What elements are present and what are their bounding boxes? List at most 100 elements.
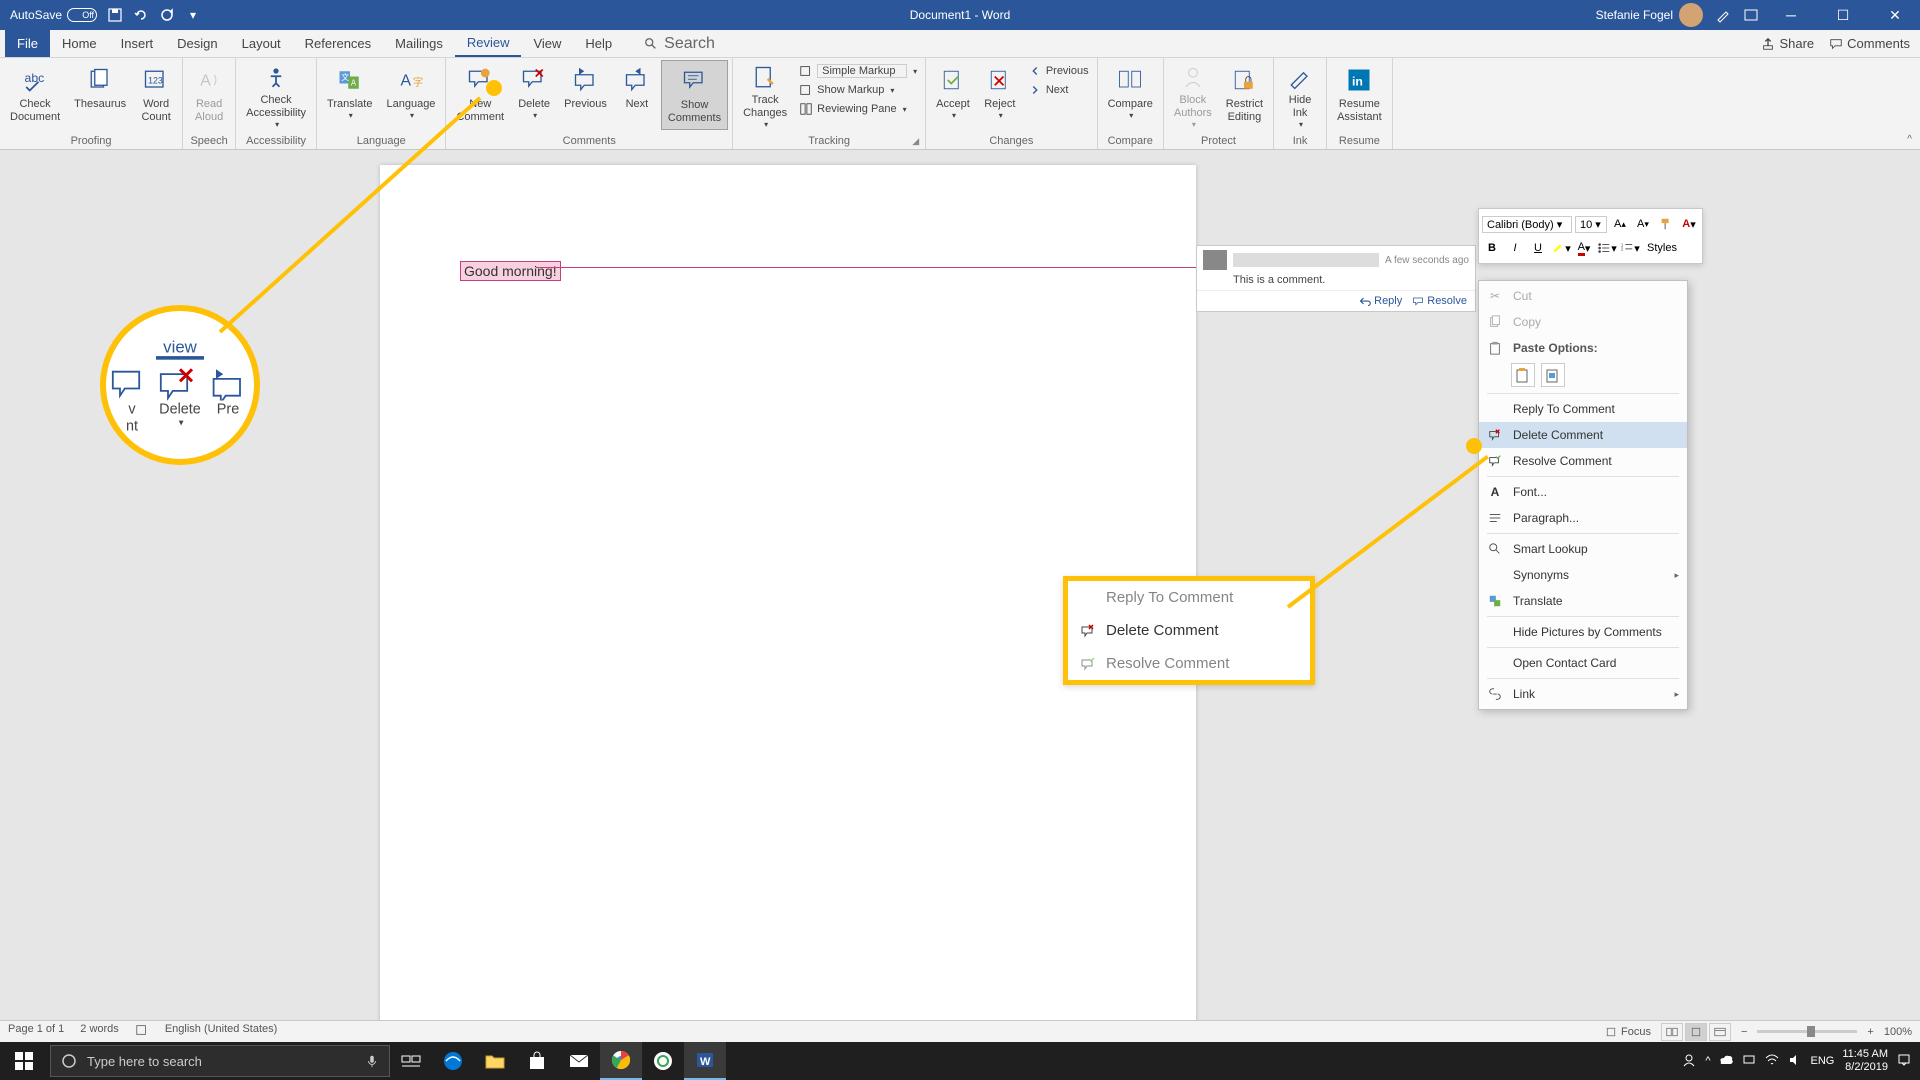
menu-link[interactable]: Link▸: [1479, 681, 1687, 707]
comments-button[interactable]: Comments: [1829, 36, 1910, 51]
tray-volume-icon[interactable]: [1788, 1053, 1802, 1070]
read-aloud-button[interactable]: A Read Aloud: [187, 60, 231, 130]
previous-change-button[interactable]: Previous: [1024, 62, 1093, 80]
menu-paragraph[interactable]: Paragraph...: [1479, 505, 1687, 531]
tab-home[interactable]: Home: [50, 30, 109, 57]
zoom-slider[interactable]: [1757, 1030, 1857, 1033]
bold-button[interactable]: B: [1482, 238, 1502, 258]
menu-hide-pictures[interactable]: Hide Pictures by Comments: [1479, 619, 1687, 645]
tracking-dialog-launcher[interactable]: ◢: [912, 136, 919, 147]
word-count-indicator[interactable]: 2 words: [80, 1023, 119, 1040]
taskbar-store[interactable]: [516, 1042, 558, 1080]
draw-mode-icon[interactable]: [1715, 7, 1731, 23]
tray-wifi-icon[interactable]: [1764, 1054, 1780, 1069]
paste-keep-formatting[interactable]: [1511, 363, 1535, 387]
tab-insert[interactable]: Insert: [109, 30, 166, 57]
ribbon-mode-icon[interactable]: [1743, 7, 1759, 23]
hide-ink-button[interactable]: Hide Ink ▾: [1278, 60, 1322, 130]
close-button[interactable]: ✕: [1875, 0, 1915, 30]
italic-button[interactable]: I: [1505, 238, 1525, 258]
tab-file[interactable]: File: [5, 30, 50, 57]
tab-help[interactable]: Help: [573, 30, 624, 57]
maximize-button[interactable]: ☐: [1823, 0, 1863, 30]
previous-comment-button[interactable]: Previous: [558, 60, 613, 130]
zoom-in-button[interactable]: +: [1867, 1026, 1873, 1038]
autosave-toggle[interactable]: AutoSave Off: [10, 8, 97, 22]
taskbar-mail[interactable]: [558, 1042, 600, 1080]
menu-reply-comment[interactable]: Reply To Comment: [1479, 396, 1687, 422]
format-painter-icon[interactable]: [1656, 214, 1676, 234]
print-layout-button[interactable]: [1685, 1023, 1707, 1041]
menu-resolve-comment[interactable]: Resolve Comment: [1479, 448, 1687, 474]
numbering-button[interactable]: 12▾: [1620, 238, 1640, 258]
paste-picture[interactable]: [1541, 363, 1565, 387]
taskbar-edge[interactable]: [432, 1042, 474, 1080]
menu-delete-comment[interactable]: Delete Comment: [1479, 422, 1687, 448]
taskbar-app[interactable]: [642, 1042, 684, 1080]
track-changes-button[interactable]: Track Changes ▾: [737, 60, 793, 130]
task-view-button[interactable]: [390, 1042, 432, 1080]
menu-open-contact[interactable]: Open Contact Card: [1479, 650, 1687, 676]
share-button[interactable]: Share: [1761, 36, 1814, 51]
zoom-out-button[interactable]: −: [1741, 1026, 1747, 1038]
reject-button[interactable]: Reject ▾: [978, 60, 1022, 130]
language-button[interactable]: A字 Language ▾: [380, 60, 441, 130]
grow-font-button[interactable]: A▴: [1610, 214, 1630, 234]
tab-view[interactable]: View: [521, 30, 573, 57]
menu-synonyms[interactable]: Synonyms▸: [1479, 562, 1687, 588]
save-icon[interactable]: [107, 7, 123, 23]
web-layout-button[interactable]: [1709, 1023, 1731, 1041]
accept-button[interactable]: Accept ▾: [930, 60, 976, 130]
page-indicator[interactable]: Page 1 of 1: [8, 1023, 64, 1040]
next-change-button[interactable]: Next: [1024, 81, 1093, 99]
comment-resolve-button[interactable]: Resolve: [1412, 295, 1467, 307]
collapse-ribbon-button[interactable]: ^: [1907, 134, 1912, 145]
start-button[interactable]: [0, 1042, 48, 1080]
compare-button[interactable]: Compare ▾: [1102, 60, 1159, 130]
bullets-button[interactable]: ▾: [1597, 238, 1617, 258]
menu-translate[interactable]: Translate: [1479, 588, 1687, 614]
spellcheck-status-icon[interactable]: [135, 1023, 149, 1040]
comment-card[interactable]: A few seconds ago This is a comment. Rep…: [1196, 245, 1476, 312]
styles-button[interactable]: Styles: [1643, 238, 1681, 258]
highlight-button[interactable]: ▾: [1551, 238, 1571, 258]
font-family-dropdown[interactable]: Calibri (Body) ▾: [1482, 216, 1572, 233]
menu-font[interactable]: AFont...: [1479, 479, 1687, 505]
font-color-split[interactable]: A▾: [1679, 214, 1699, 234]
next-comment-button[interactable]: Next: [615, 60, 659, 130]
selected-text[interactable]: Good morning!: [460, 261, 561, 281]
font-size-dropdown[interactable]: 10 ▾: [1575, 216, 1607, 233]
shrink-font-button[interactable]: A▾: [1633, 214, 1653, 234]
zoom-level[interactable]: 100%: [1884, 1026, 1912, 1038]
taskbar-search[interactable]: Type here to search: [50, 1045, 390, 1077]
block-authors-button[interactable]: Block Authors ▾: [1168, 60, 1218, 130]
tray-network-icon[interactable]: [1742, 1053, 1756, 1070]
minimize-button[interactable]: ─: [1771, 0, 1811, 30]
focus-mode-button[interactable]: Focus: [1605, 1026, 1651, 1038]
redo-icon[interactable]: [159, 7, 175, 23]
tab-references[interactable]: References: [293, 30, 383, 57]
undo-icon[interactable]: [133, 7, 149, 23]
user-account[interactable]: Stefanie Fogel: [1596, 3, 1703, 27]
check-accessibility-button[interactable]: Check Accessibility ▾: [240, 60, 312, 130]
show-markup-dropdown[interactable]: Show Markup▾: [795, 81, 921, 99]
tray-language[interactable]: ENG: [1810, 1055, 1834, 1067]
tray-expand-icon[interactable]: ^: [1705, 1055, 1710, 1067]
menu-smart-lookup[interactable]: Smart Lookup: [1479, 536, 1687, 562]
tab-review[interactable]: Review: [455, 30, 522, 57]
read-mode-button[interactable]: [1661, 1023, 1683, 1041]
font-color-button[interactable]: A▾: [1574, 238, 1594, 258]
reviewing-pane-dropdown[interactable]: Reviewing Pane▾: [795, 100, 921, 118]
tray-clock[interactable]: 11:45 AM 8/2/2019: [1842, 1048, 1888, 1074]
tab-layout[interactable]: Layout: [230, 30, 293, 57]
show-comments-button[interactable]: Show Comments: [661, 60, 728, 130]
resume-assistant-button[interactable]: in Resume Assistant: [1331, 60, 1388, 130]
taskbar-chrome[interactable]: [600, 1042, 642, 1080]
qat-customize-icon[interactable]: ▾: [185, 7, 201, 23]
new-comment-button[interactable]: New Comment: [450, 60, 510, 130]
tab-mailings[interactable]: Mailings: [383, 30, 455, 57]
restrict-editing-button[interactable]: Restrict Editing: [1220, 60, 1269, 130]
taskbar-word[interactable]: W: [684, 1042, 726, 1080]
tell-me-search[interactable]: Search: [644, 30, 715, 57]
display-for-review-dropdown[interactable]: Simple Markup▾: [795, 62, 921, 80]
